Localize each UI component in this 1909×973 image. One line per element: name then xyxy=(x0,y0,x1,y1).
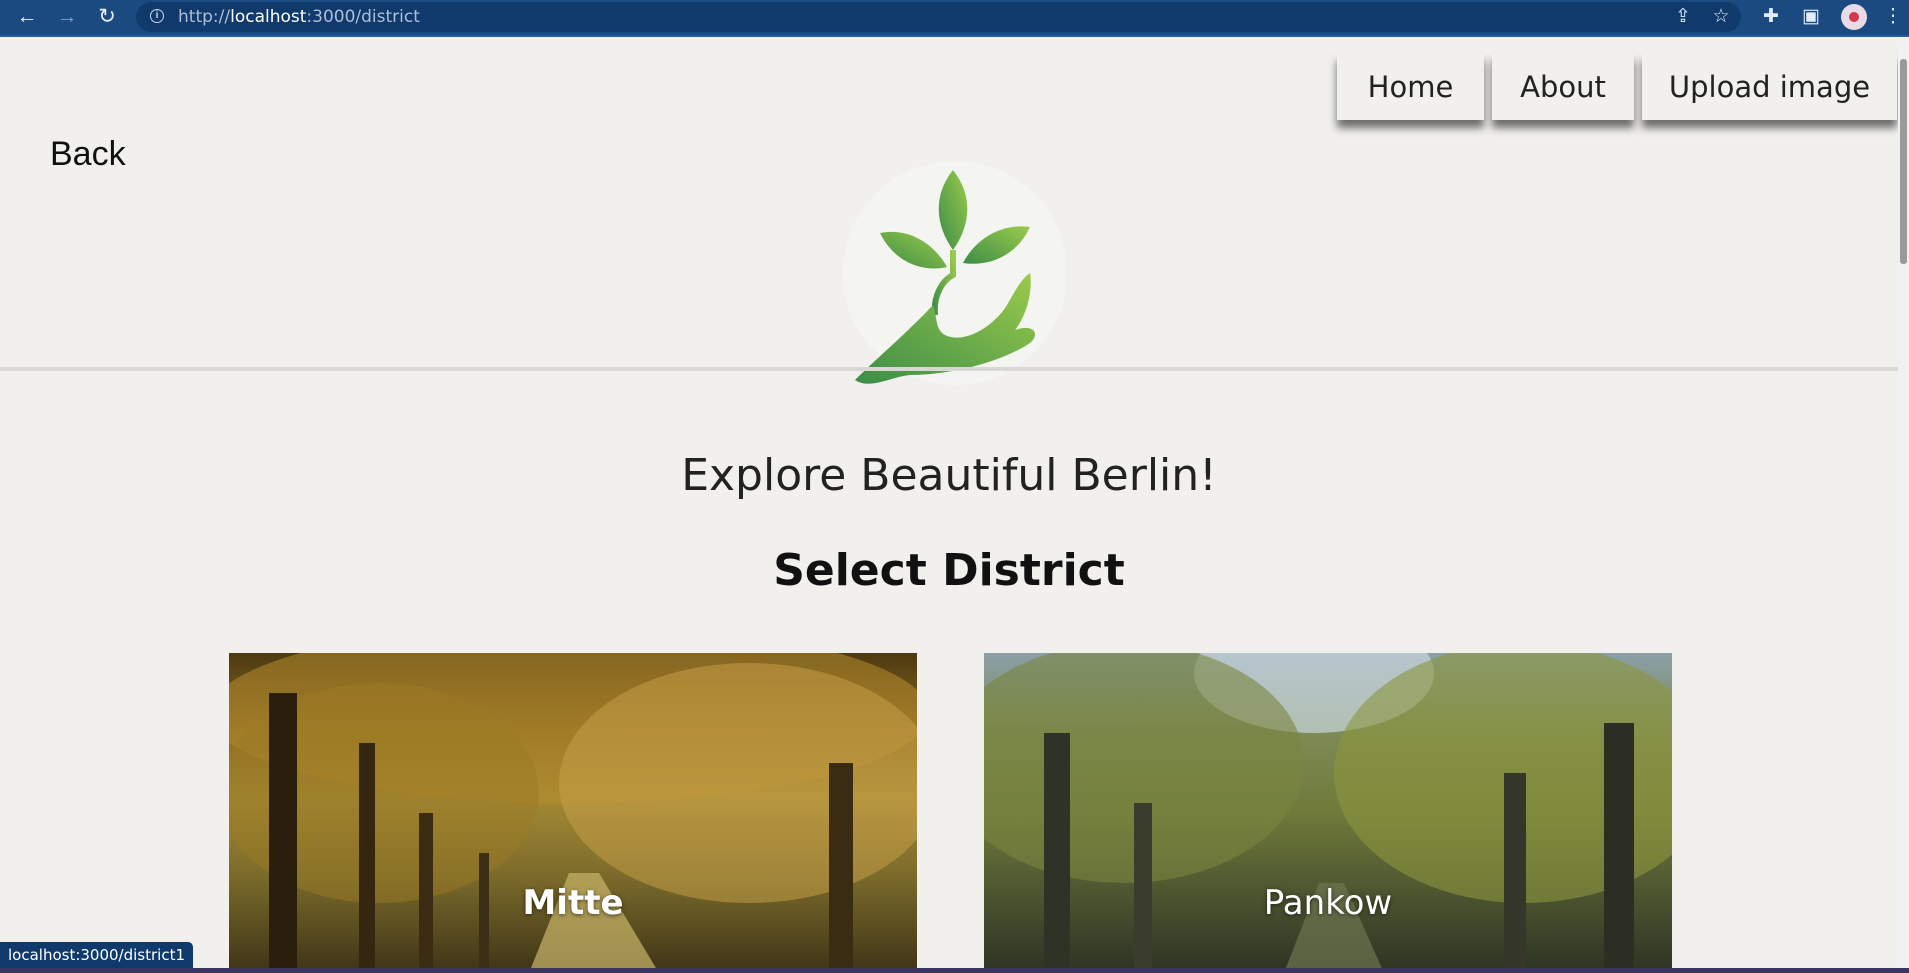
page-scrollbar[interactable] xyxy=(1898,37,1909,973)
back-arrow-icon[interactable]: ← xyxy=(14,4,40,30)
address-url: http://localhost:3000/district xyxy=(178,7,420,27)
share-icon[interactable]: ⇪ xyxy=(1670,4,1696,30)
scrollbar-thumb[interactable] xyxy=(1900,59,1907,264)
info-icon[interactable]: i xyxy=(150,9,164,23)
nav-upload-image[interactable]: Upload image xyxy=(1642,53,1897,120)
page-headline: Explore Beautiful Berlin! xyxy=(681,450,1217,501)
back-link[interactable]: Back xyxy=(50,135,126,174)
district-label-pankow: Pankow xyxy=(1263,883,1393,923)
plant-hand-logo-icon xyxy=(843,161,1065,385)
header-divider xyxy=(0,367,1898,371)
taskbar-strip xyxy=(0,968,1909,973)
browser-toolbar: ← → ↻ i http://localhost:3000/district ⇪… xyxy=(0,0,1909,37)
district-card-pankow[interactable]: Pankow xyxy=(984,653,1672,973)
status-link-preview: localhost:3000/district1 xyxy=(0,942,194,969)
reload-icon[interactable]: ↻ xyxy=(94,4,120,30)
pankow-photo xyxy=(984,653,1672,973)
district-label-mitte: Mitte xyxy=(522,883,624,923)
address-bar[interactable]: i http://localhost:3000/district xyxy=(136,2,1741,32)
mitte-photo xyxy=(229,653,917,973)
extensions-icon[interactable]: ✚ xyxy=(1758,4,1784,30)
nav-home[interactable]: Home xyxy=(1337,53,1484,120)
menu-kebab-icon[interactable]: ⋮ xyxy=(1880,4,1906,30)
forward-arrow-icon[interactable]: → xyxy=(54,4,80,30)
top-nav: Home About Upload image xyxy=(1337,53,1897,120)
nav-about[interactable]: About xyxy=(1492,53,1634,120)
side-panel-icon[interactable]: ▣ xyxy=(1798,4,1824,30)
star-icon[interactable]: ☆ xyxy=(1708,4,1734,30)
district-card-mitte[interactable]: Mitte xyxy=(229,653,917,973)
nav-home-label: Home xyxy=(1367,69,1454,104)
page-subheadline: Select District xyxy=(773,545,1125,596)
profile-avatar[interactable] xyxy=(1841,4,1867,30)
nav-about-label: About xyxy=(1520,69,1606,104)
nav-upload-label: Upload image xyxy=(1668,69,1871,104)
